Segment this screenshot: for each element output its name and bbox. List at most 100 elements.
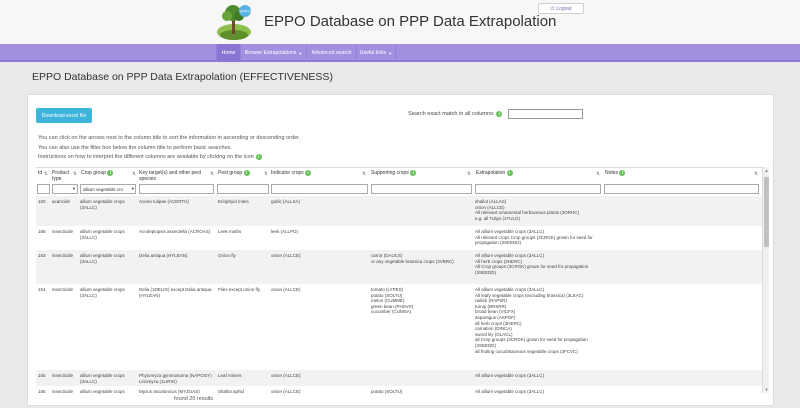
cell-pest-group: Leek moths <box>218 229 242 234</box>
info-icon[interactable]: i <box>255 154 262 160</box>
exact-match-input[interactable] <box>508 109 583 119</box>
cell-indicator: onion (ALLCE) <box>271 373 301 378</box>
column-header-extrapolation[interactable]: Extrapolation i <box>476 170 513 177</box>
cell-extrapolation: All allium vegetable crops (3ALLC) <box>475 389 545 394</box>
eppo-logo[interactable]: EPPO <box>214 2 254 42</box>
info-icon[interactable]: i <box>410 170 417 177</box>
site-title: EPPO Database on PPP Data Extrapolation <box>264 13 557 30</box>
cell-product-type: insecticide <box>52 389 74 394</box>
cell-id: 156 <box>38 389 46 394</box>
cell-id: 155 <box>38 373 46 378</box>
column-header-indicator-crops[interactable]: Indicator crops i <box>271 170 312 177</box>
info-icon[interactable]: i <box>496 111 503 117</box>
sort-icon[interactable]: ⇅ <box>44 171 48 177</box>
sort-icon[interactable]: ⇅ <box>596 171 600 177</box>
chevron-down-icon: ▼ <box>298 50 303 56</box>
column-header-id[interactable]: Id <box>38 170 42 176</box>
info-icon[interactable]: i <box>243 170 250 177</box>
filter-crop-group-select[interactable]: allium vegetable cro ▾ <box>80 184 136 194</box>
sort-icon[interactable]: ⇅ <box>73 171 77 177</box>
cell-id: 166 <box>38 229 46 234</box>
column-header-key-target[interactable]: Key target(s) and other pest species <box>139 170 207 182</box>
cell-extrapolation: shallot (ALLAS) onion (ALLCE) All relevant… <box>475 199 580 221</box>
cell-indicator: onion (ALLCE) <box>271 287 301 292</box>
cell-indicator: onion (ALLCE) <box>271 389 301 394</box>
table-row: 153 insecticide allium vegetable crops (3AL… <box>36 250 762 284</box>
sort-icon[interactable]: ⇅ <box>132 171 136 177</box>
nav-advanced-label: Advanced search <box>311 50 352 56</box>
sort-icon[interactable]: ⇅ <box>210 171 214 177</box>
download-excel-button[interactable]: Download excel file <box>36 108 92 123</box>
table-scrollbar[interactable]: ▲ ▼ <box>762 167 769 393</box>
nav-useful-links[interactable]: Useful links ▼ <box>356 44 396 62</box>
cell-key-target: Delia antiqua (HYLEAN) <box>139 253 188 258</box>
nav-advanced-search[interactable]: Advanced search <box>306 44 356 62</box>
info-line-sort: You can click on the arrows next to the … <box>38 135 301 141</box>
column-header-supporting-crops[interactable]: Supporting crops i <box>371 170 417 177</box>
nav-useful-label: Useful links <box>359 50 387 56</box>
cell-extrapolation: All allium vegetable crops (3ALLC) <box>475 373 545 378</box>
filter-id-input[interactable] <box>37 184 50 194</box>
exact-match-label: Search exact match in all columns: i <box>408 111 503 117</box>
logout-button[interactable]: ⏻ Logout <box>538 3 584 14</box>
cell-pest-group: Leaf miners <box>218 373 242 378</box>
cell-id: 160 <box>38 199 46 204</box>
column-header-crop-group[interactable]: Crop group i <box>81 170 114 177</box>
cell-extrapolation: All allium vegetable crops (3ALLC) All he… <box>475 253 589 275</box>
cell-key-target: Myzus ascalonicus (MYZUAS) <box>139 389 200 394</box>
filter-notes-input[interactable] <box>604 184 759 194</box>
table-row: 154 insecticide allium vegetable crops (3AL… <box>36 284 762 370</box>
sort-icon[interactable]: ⇅ <box>362 171 366 177</box>
logout-icon: ⏻ <box>550 5 555 12</box>
filter-indicator-input[interactable] <box>271 184 368 194</box>
filter-extrapolation-input[interactable] <box>475 184 601 194</box>
main-navbar: Home Browse Extrapolations ▼ Advanced sea… <box>0 44 800 62</box>
scroll-up-icon[interactable]: ▲ <box>763 167 770 174</box>
info-icon[interactable]: i <box>107 170 114 177</box>
info-icon[interactable]: i <box>305 170 312 177</box>
cell-indicator: onion (ALLCE) <box>271 253 301 258</box>
sort-icon[interactable]: ⇅ <box>467 171 471 177</box>
header-indicator-label: Indicator crops <box>271 170 304 176</box>
chevron-down-icon: ▼ <box>388 50 393 56</box>
filter-supporting-input[interactable] <box>371 184 472 194</box>
filter-key-target-input[interactable] <box>139 184 214 194</box>
cell-product-type: insecticide <box>52 253 74 258</box>
cell-key-target: Delia (1DELIG) except Delia antiqua (HYLE… <box>139 287 212 298</box>
info-icon[interactable]: i <box>506 170 513 177</box>
cell-product-type: insecticide <box>52 373 74 378</box>
cell-extrapolation: All allium vegetable crops (3ALLC) All re… <box>475 229 593 246</box>
cell-supporting: carrot (DAUCS) or any vegetable brassica … <box>371 253 454 264</box>
top-header: EPPO EPPO Database on PPP Data Extrapola… <box>0 0 800 44</box>
filter-product-type-select[interactable]: ▾ <box>52 184 78 194</box>
nav-home[interactable]: Home <box>216 44 240 62</box>
info-icon[interactable]: i <box>619 170 626 177</box>
cell-supporting: tomato (LYPES) potato (SOLTU) melon (CUMME… <box>371 287 414 315</box>
column-header-pest-group[interactable]: Pest group i <box>218 170 250 177</box>
cell-crop-group: allium vegetable crops (3ALLC) <box>80 229 125 240</box>
cell-extrapolation: All allium vegetable crops (3ALLC) All le… <box>475 287 588 354</box>
cell-key-target: Aceria tulipae (ACERTU) <box>139 199 189 204</box>
info-line-instructions-text: Instructions on how to interpret the dif… <box>38 154 254 160</box>
header-key-target-label: Key target(s) and other pest species <box>139 170 201 182</box>
info-line-filter: You can also use the filter box below th… <box>38 145 232 151</box>
cell-product-type: insecticide <box>52 287 74 292</box>
filter-pest-group-input[interactable] <box>217 184 269 194</box>
scroll-thumb[interactable] <box>764 177 769 247</box>
cell-crop-group: allium vegetable crops (3ALLC) <box>80 287 125 298</box>
nav-browse-extrapolations[interactable]: Browse Extrapolations ▼ <box>240 44 306 62</box>
column-header-product-type[interactable]: Product type <box>52 170 72 182</box>
sort-icon[interactable]: ⇅ <box>754 171 758 177</box>
scroll-down-icon[interactable]: ▼ <box>763 386 770 393</box>
info-line-instructions: Instructions on how to interpret the dif… <box>38 154 262 160</box>
header-notes-label: Notes <box>605 170 619 176</box>
header-pest-group-label: Pest group <box>218 170 243 176</box>
cell-pest-group: Onion fly <box>218 253 236 258</box>
table-row: 155 insecticide allium vegetable crops (3AL… <box>36 370 762 386</box>
sort-icon[interactable]: ⇅ <box>264 171 268 177</box>
nav-browse-label: Browse Extrapolations <box>244 50 297 56</box>
column-header-notes[interactable]: Notes i <box>605 170 626 177</box>
nav-home-label: Home <box>221 50 236 56</box>
page-title: EPPO Database on PPP Data Extrapolation … <box>32 71 333 83</box>
chevron-down-icon: ▾ <box>72 186 75 191</box>
